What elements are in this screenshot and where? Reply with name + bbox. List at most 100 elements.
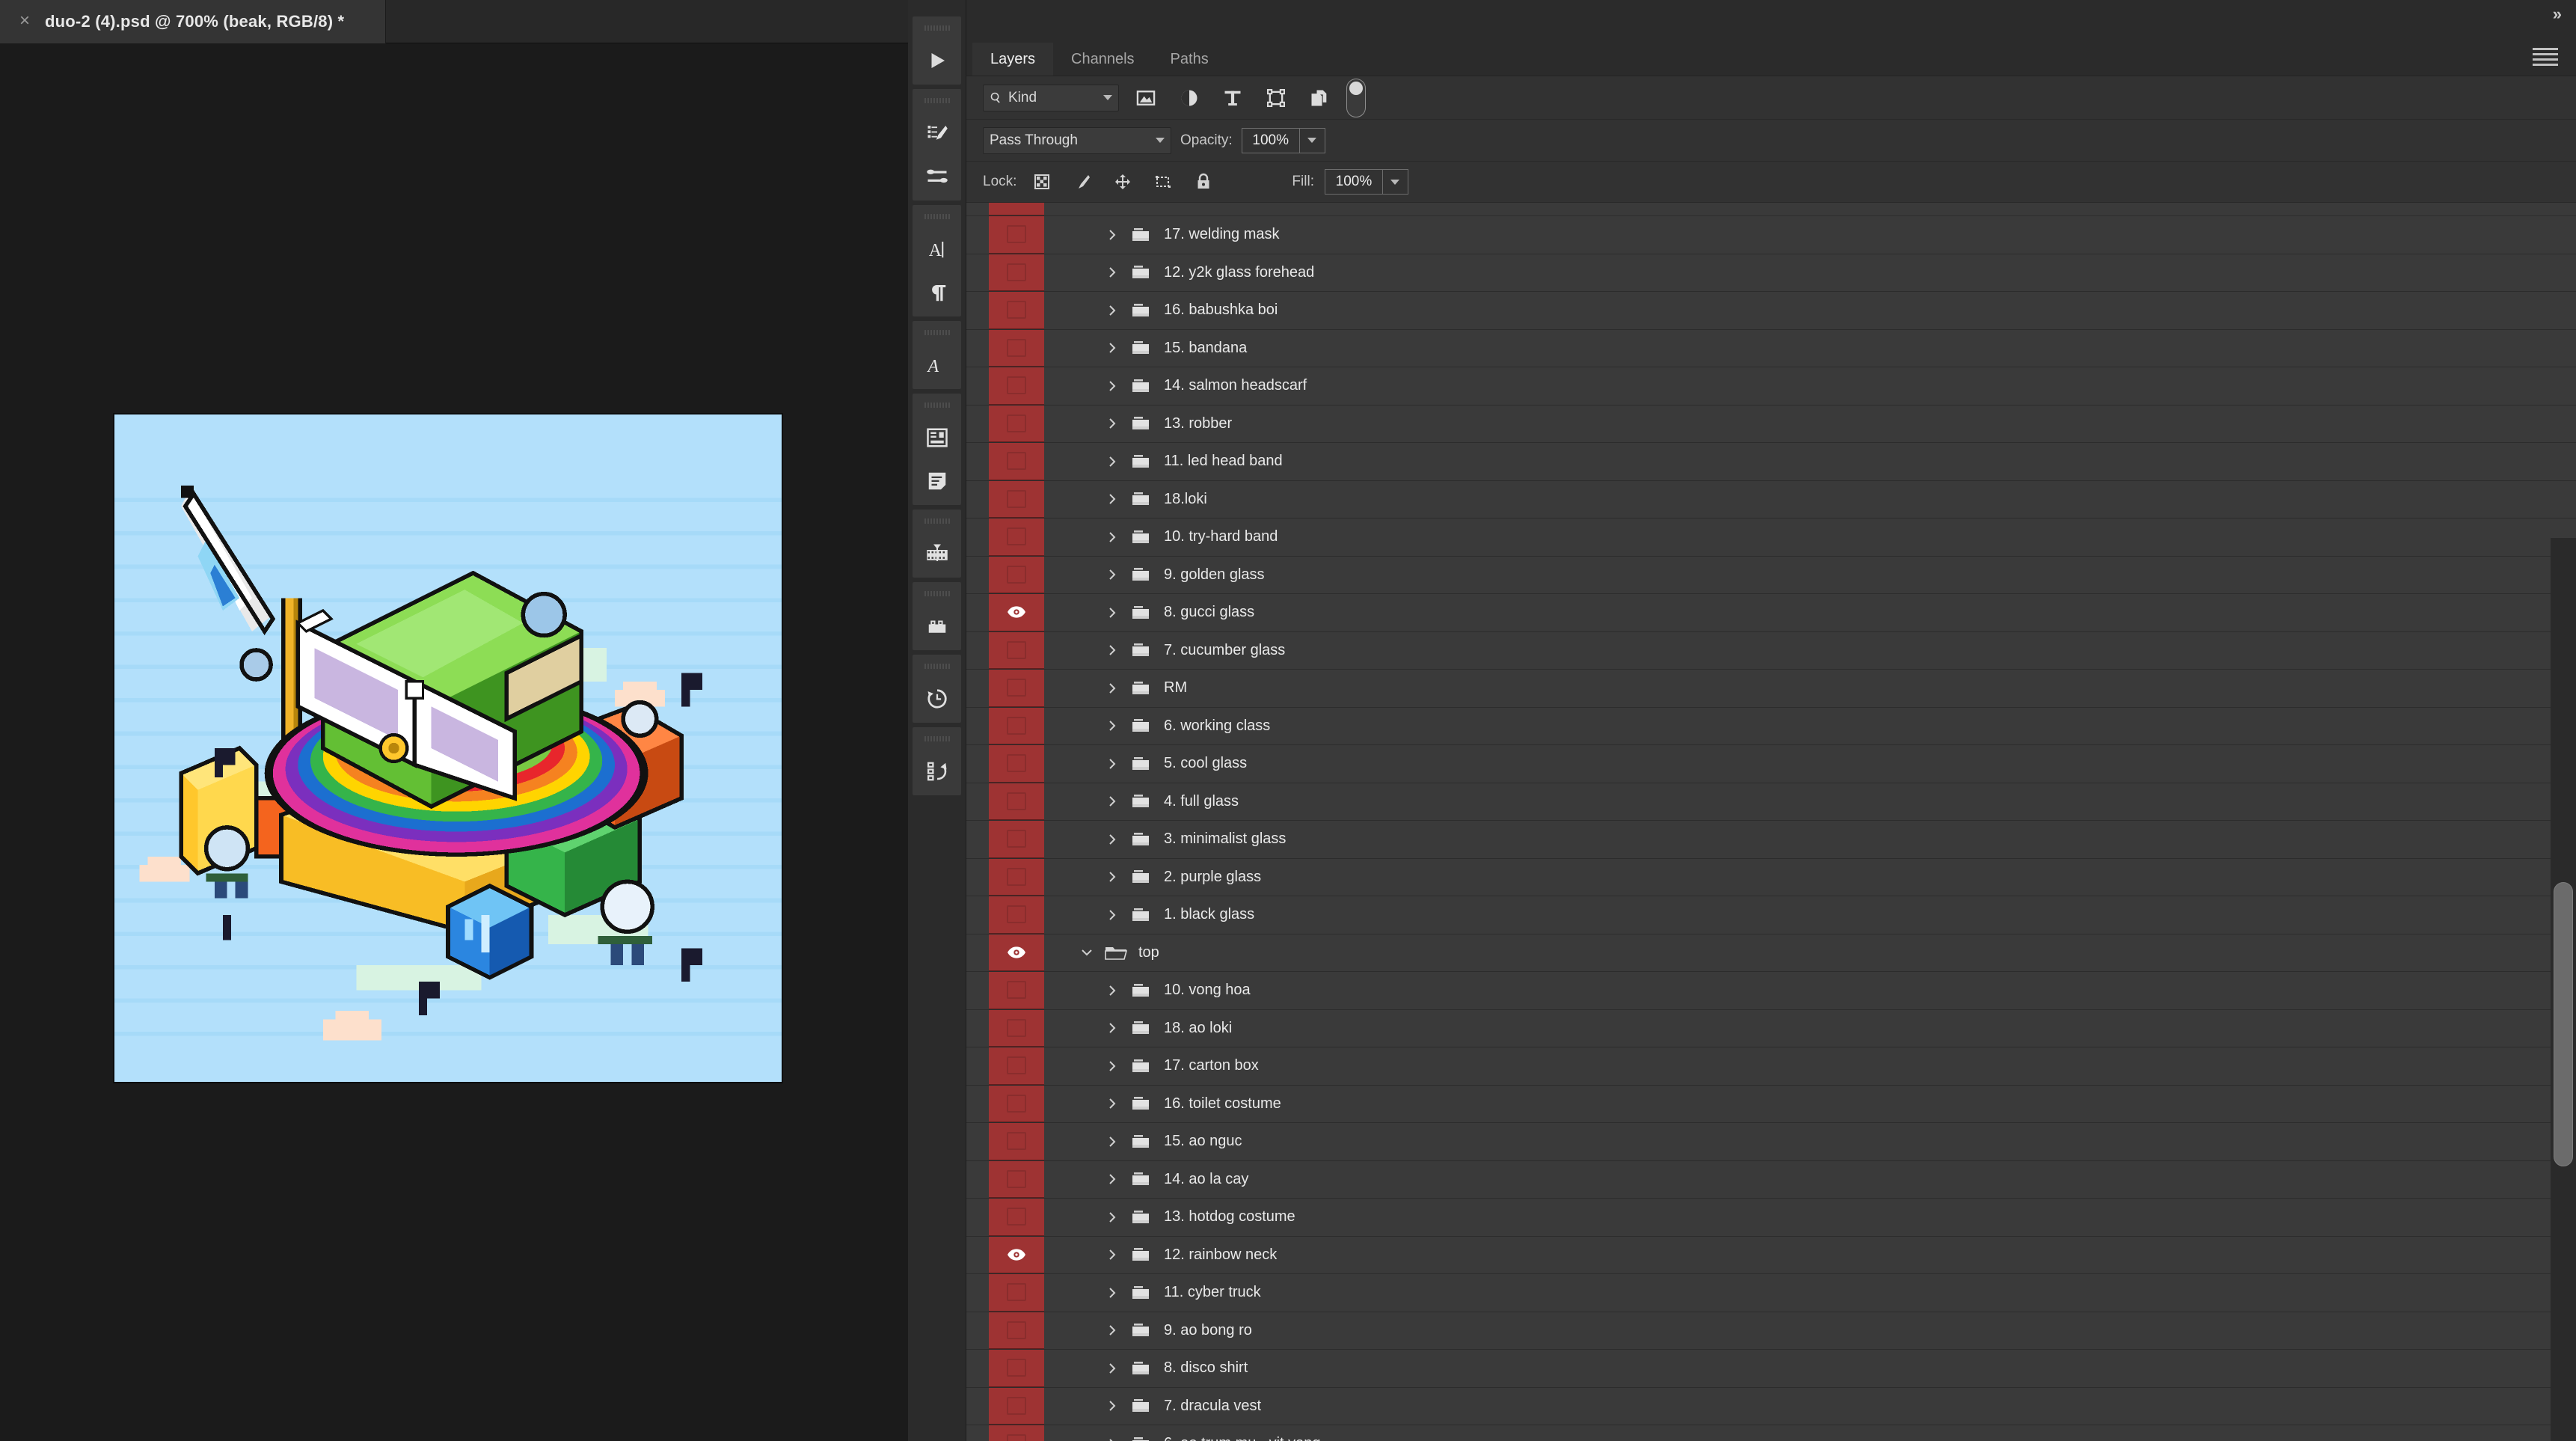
visibility-toggle[interactable] bbox=[989, 203, 1044, 215]
visibility-toggle-off[interactable] bbox=[989, 708, 1044, 745]
opacity-stepper[interactable] bbox=[1300, 128, 1325, 153]
scrollbar-thumb[interactable] bbox=[2554, 882, 2573, 1166]
document-tab[interactable]: × duo-2 (4).psd @ 700% (beak, RGB/8) * bbox=[0, 0, 386, 43]
chevron-right-icon[interactable] bbox=[1100, 756, 1125, 771]
chevron-right-icon[interactable] bbox=[1100, 454, 1125, 469]
chevron-right-icon[interactable] bbox=[1100, 379, 1125, 394]
visibility-toggle-off[interactable] bbox=[989, 557, 1044, 594]
chevron-right-icon[interactable] bbox=[1100, 227, 1125, 242]
tab-layers[interactable]: Layers bbox=[972, 43, 1053, 76]
drag-grip[interactable] bbox=[924, 25, 950, 31]
table-row[interactable]: 10. vong hoa bbox=[966, 972, 2576, 1010]
scrollbar-track[interactable] bbox=[2551, 538, 2576, 1441]
chevron-right-icon[interactable] bbox=[1100, 1096, 1125, 1111]
table-row[interactable]: 7. cucumber glass bbox=[966, 632, 2576, 670]
chevron-right-icon[interactable] bbox=[1100, 643, 1125, 658]
table-row[interactable]: 3. minimalist glass bbox=[966, 821, 2576, 859]
close-icon[interactable]: × bbox=[16, 13, 33, 30]
filter-adjustment-icon[interactable] bbox=[1173, 83, 1206, 113]
chevron-right-icon[interactable] bbox=[1100, 908, 1125, 923]
visibility-toggle-off[interactable] bbox=[989, 254, 1044, 292]
table-row[interactable]: 16. babushka boi bbox=[966, 292, 2576, 330]
chevron-right-icon[interactable] bbox=[1100, 718, 1125, 733]
chevron-right-icon[interactable] bbox=[1100, 567, 1125, 582]
blend-mode-select[interactable]: Pass Through bbox=[983, 127, 1171, 154]
visibility-toggle-off[interactable] bbox=[989, 972, 1044, 1009]
filter-pixel-icon[interactable] bbox=[1129, 83, 1162, 113]
drag-grip[interactable] bbox=[924, 98, 950, 103]
hamburger-menu-icon[interactable] bbox=[2533, 48, 2558, 66]
table-row[interactable]: 8. gucci glass bbox=[966, 594, 2576, 632]
drag-grip[interactable] bbox=[924, 330, 950, 335]
visibility-toggle-off[interactable] bbox=[989, 821, 1044, 858]
visibility-toggle-on[interactable] bbox=[989, 594, 1044, 631]
visibility-toggle-off[interactable] bbox=[989, 443, 1044, 480]
visibility-toggle-off[interactable] bbox=[989, 1425, 1044, 1441]
visibility-toggle-off[interactable] bbox=[989, 1350, 1044, 1387]
visibility-toggle-off[interactable] bbox=[989, 1312, 1044, 1350]
table-row[interactable]: 15. ao nguc bbox=[966, 1123, 2576, 1161]
table-row[interactable]: 6. ao trum mu~ vit vang bbox=[966, 1425, 2576, 1441]
tab-paths[interactable]: Paths bbox=[1153, 43, 1227, 76]
visibility-toggle-off[interactable] bbox=[989, 1123, 1044, 1160]
visibility-toggle-off[interactable] bbox=[989, 632, 1044, 670]
visibility-toggle-off[interactable] bbox=[989, 330, 1044, 367]
table-row[interactable]: 12. rainbow neck bbox=[966, 1237, 2576, 1275]
filter-enable-toggle[interactable] bbox=[1346, 79, 1366, 117]
table-row[interactable]: 8. disco shirt bbox=[966, 1350, 2576, 1388]
fill-stepper[interactable] bbox=[1383, 169, 1408, 195]
chevron-right-icon[interactable] bbox=[1100, 1134, 1125, 1149]
brushes-icon[interactable] bbox=[918, 160, 957, 193]
actions-icon[interactable] bbox=[918, 755, 957, 788]
table-row[interactable]: 9. golden glass bbox=[966, 557, 2576, 595]
chevron-right-icon[interactable] bbox=[1100, 1361, 1125, 1376]
chevron-right-icon[interactable] bbox=[1100, 1059, 1125, 1074]
drag-grip[interactable] bbox=[924, 736, 950, 741]
chevron-right-icon[interactable] bbox=[1100, 492, 1125, 507]
chevron-right-icon[interactable] bbox=[1100, 869, 1125, 884]
table-row[interactable]: 4. full glass bbox=[966, 783, 2576, 822]
filter-shape-icon[interactable] bbox=[1260, 83, 1292, 113]
visibility-toggle-off[interactable] bbox=[989, 216, 1044, 254]
table-row[interactable]: 10. try-hard band bbox=[966, 518, 2576, 557]
drag-grip[interactable] bbox=[924, 214, 950, 219]
brush-settings-icon[interactable] bbox=[918, 117, 957, 150]
collapse-panel-icon[interactable]: » bbox=[2553, 4, 2560, 24]
play-icon[interactable] bbox=[918, 44, 957, 77]
opacity-input[interactable]: 100% bbox=[1242, 128, 1300, 153]
layer-list[interactable]: 17. welding mask12. y2k glass forehead16… bbox=[966, 203, 2576, 1441]
glyphs-icon[interactable]: A bbox=[918, 349, 957, 382]
chevron-right-icon[interactable] bbox=[1100, 1021, 1125, 1035]
table-row[interactable]: 11. cyber truck bbox=[966, 1274, 2576, 1312]
chevron-right-icon[interactable] bbox=[1100, 1247, 1125, 1262]
character-icon[interactable]: A bbox=[918, 233, 957, 266]
chevron-right-icon[interactable] bbox=[1100, 681, 1125, 696]
drag-grip[interactable] bbox=[924, 591, 950, 596]
visibility-toggle-off[interactable] bbox=[989, 1274, 1044, 1312]
chevron-right-icon[interactable] bbox=[1100, 1210, 1125, 1225]
libraries-icon[interactable] bbox=[918, 610, 957, 643]
lock-transparent-pixels-icon[interactable] bbox=[1027, 168, 1057, 195]
canvas-image[interactable] bbox=[113, 413, 783, 1083]
table-row[interactable]: 5. cool glass bbox=[966, 745, 2576, 783]
table-row[interactable]: 17. welding mask bbox=[966, 216, 2576, 254]
filter-smart-object-icon[interactable] bbox=[1303, 83, 1336, 113]
table-row[interactable]: 2. purple glass bbox=[966, 859, 2576, 897]
visibility-toggle-off[interactable] bbox=[989, 1388, 1044, 1425]
lock-artboard-nesting-icon[interactable] bbox=[1148, 168, 1178, 195]
chevron-right-icon[interactable] bbox=[1100, 265, 1125, 280]
visibility-toggle-off[interactable] bbox=[989, 406, 1044, 443]
visibility-toggle-off[interactable] bbox=[989, 1199, 1044, 1236]
table-row[interactable]: 18.loki bbox=[966, 481, 2576, 519]
table-row[interactable]: RM bbox=[966, 670, 2576, 708]
table-row[interactable]: 13. robber bbox=[966, 406, 2576, 444]
chevron-right-icon[interactable] bbox=[1100, 832, 1125, 847]
canvas-viewport[interactable] bbox=[0, 43, 908, 1441]
paragraph-styles-icon[interactable] bbox=[918, 421, 957, 454]
visibility-toggle-on[interactable] bbox=[989, 934, 1044, 972]
visibility-toggle-off[interactable] bbox=[989, 783, 1044, 821]
drag-grip[interactable] bbox=[924, 664, 950, 669]
visibility-toggle-off[interactable] bbox=[989, 745, 1044, 783]
visibility-toggle-off[interactable] bbox=[989, 670, 1044, 707]
visibility-toggle-off[interactable] bbox=[989, 518, 1044, 556]
